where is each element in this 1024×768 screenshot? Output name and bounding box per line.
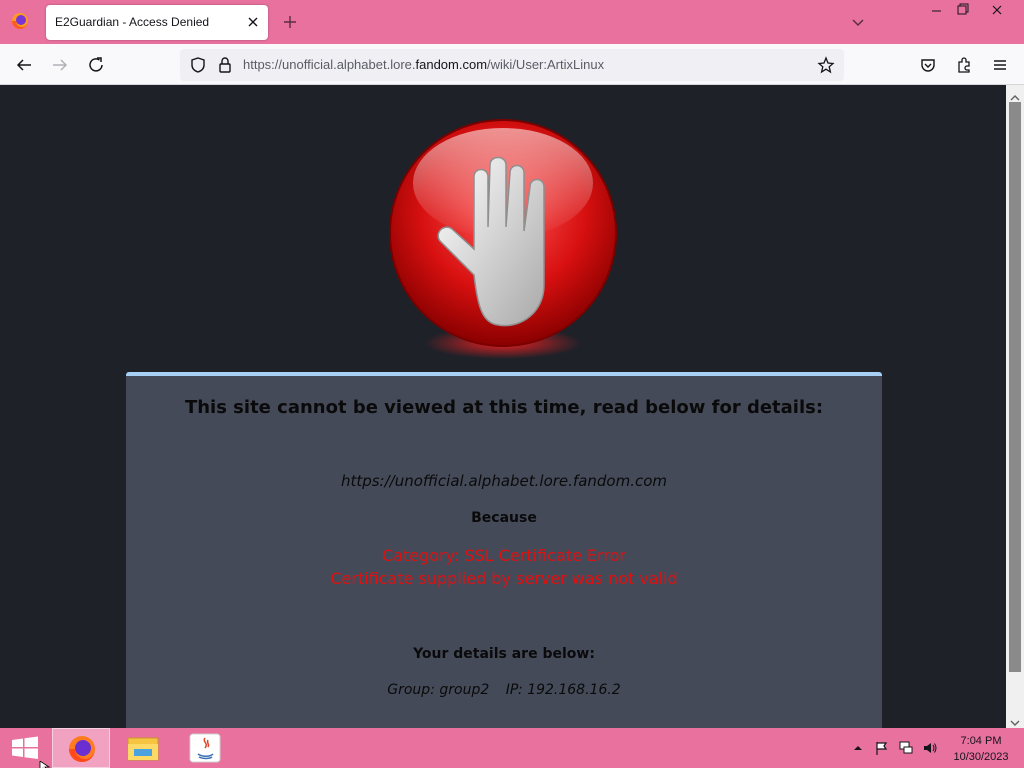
tab-title: E2Guardian - Access Denied	[55, 15, 210, 29]
category-text: Category: SSL Certificate Error	[382, 546, 626, 565]
url-path: /wiki/User:ArtixLinux	[487, 57, 605, 72]
scrollbar-thumb[interactable]	[1009, 102, 1021, 672]
tab-active[interactable]: E2Guardian - Access Denied	[46, 5, 268, 40]
scroll-up-icon[interactable]	[1009, 88, 1021, 101]
page-title: This site cannot be viewed at this time,…	[184, 397, 824, 418]
group-text: Group: group2	[387, 682, 490, 698]
forward-icon[interactable]	[48, 53, 72, 77]
block-reason: Category: SSL Certificate Error Certific…	[126, 544, 882, 590]
extensions-icon[interactable]	[952, 53, 976, 77]
volume-icon[interactable]	[922, 740, 938, 756]
navigation-toolbar: https://unofficial.alphabet.lore.fandom.…	[0, 44, 1024, 85]
reason-text: Certificate supplied by server was not v…	[330, 569, 678, 588]
shield-icon[interactable]	[186, 53, 210, 77]
restore-button[interactable]	[946, 0, 980, 22]
clock-date: 10/30/2023	[953, 751, 1009, 763]
mouse-cursor-icon	[39, 757, 51, 768]
plus-icon[interactable]	[280, 12, 300, 32]
taskbar-firefox[interactable]	[52, 728, 110, 768]
tab-strip: E2Guardian - Access Denied	[0, 0, 1024, 44]
reload-icon[interactable]	[84, 53, 108, 77]
chevron-down-icon[interactable]	[848, 12, 868, 32]
url-domain: fandom.com	[415, 57, 488, 72]
page-content: This site cannot be viewed at this time,…	[0, 85, 1006, 728]
stop-hand-icon	[380, 115, 630, 365]
clock-time: 7:04 PM	[960, 735, 1002, 747]
back-icon[interactable]	[12, 53, 36, 77]
network-icon[interactable]	[898, 740, 914, 756]
java-icon[interactable]	[176, 728, 234, 768]
close-icon[interactable]	[244, 13, 262, 31]
pocket-icon[interactable]	[916, 53, 940, 77]
details-heading: Your details are below:	[413, 646, 595, 662]
file-explorer-icon[interactable]	[114, 728, 172, 768]
firefox-view-icon[interactable]	[8, 9, 32, 33]
menu-icon[interactable]	[988, 53, 1012, 77]
system-clock[interactable]: 7:04 PM 10/30/2023	[945, 733, 1017, 765]
blocked-url: https://unofficial.alphabet.lore.fandom.…	[340, 472, 668, 490]
star-icon[interactable]	[814, 53, 838, 77]
access-denied-panel: This site cannot be viewed at this time,…	[126, 372, 882, 728]
chevron-up-icon[interactable]	[850, 740, 866, 756]
flag-icon[interactable]	[874, 740, 890, 756]
url-bar[interactable]: https://unofficial.alphabet.lore.fandom.…	[180, 49, 844, 81]
lock-icon[interactable]	[213, 53, 237, 77]
vertical-scrollbar[interactable]	[1006, 85, 1024, 728]
because-label: Because	[471, 510, 537, 526]
url-text: https://unofficial.alphabet.lore.fandom.…	[243, 57, 604, 72]
window-close-button[interactable]	[980, 0, 1014, 22]
details-line: Group: group2 IP: 192.168.16.2	[126, 682, 882, 698]
scroll-down-icon[interactable]	[1009, 713, 1021, 726]
ip-text: IP: 192.168.16.2	[505, 682, 621, 698]
taskbar: 7:04 PM 10/30/2023	[0, 728, 1024, 768]
url-prefix: https://unofficial.alphabet.lore.	[243, 57, 416, 72]
